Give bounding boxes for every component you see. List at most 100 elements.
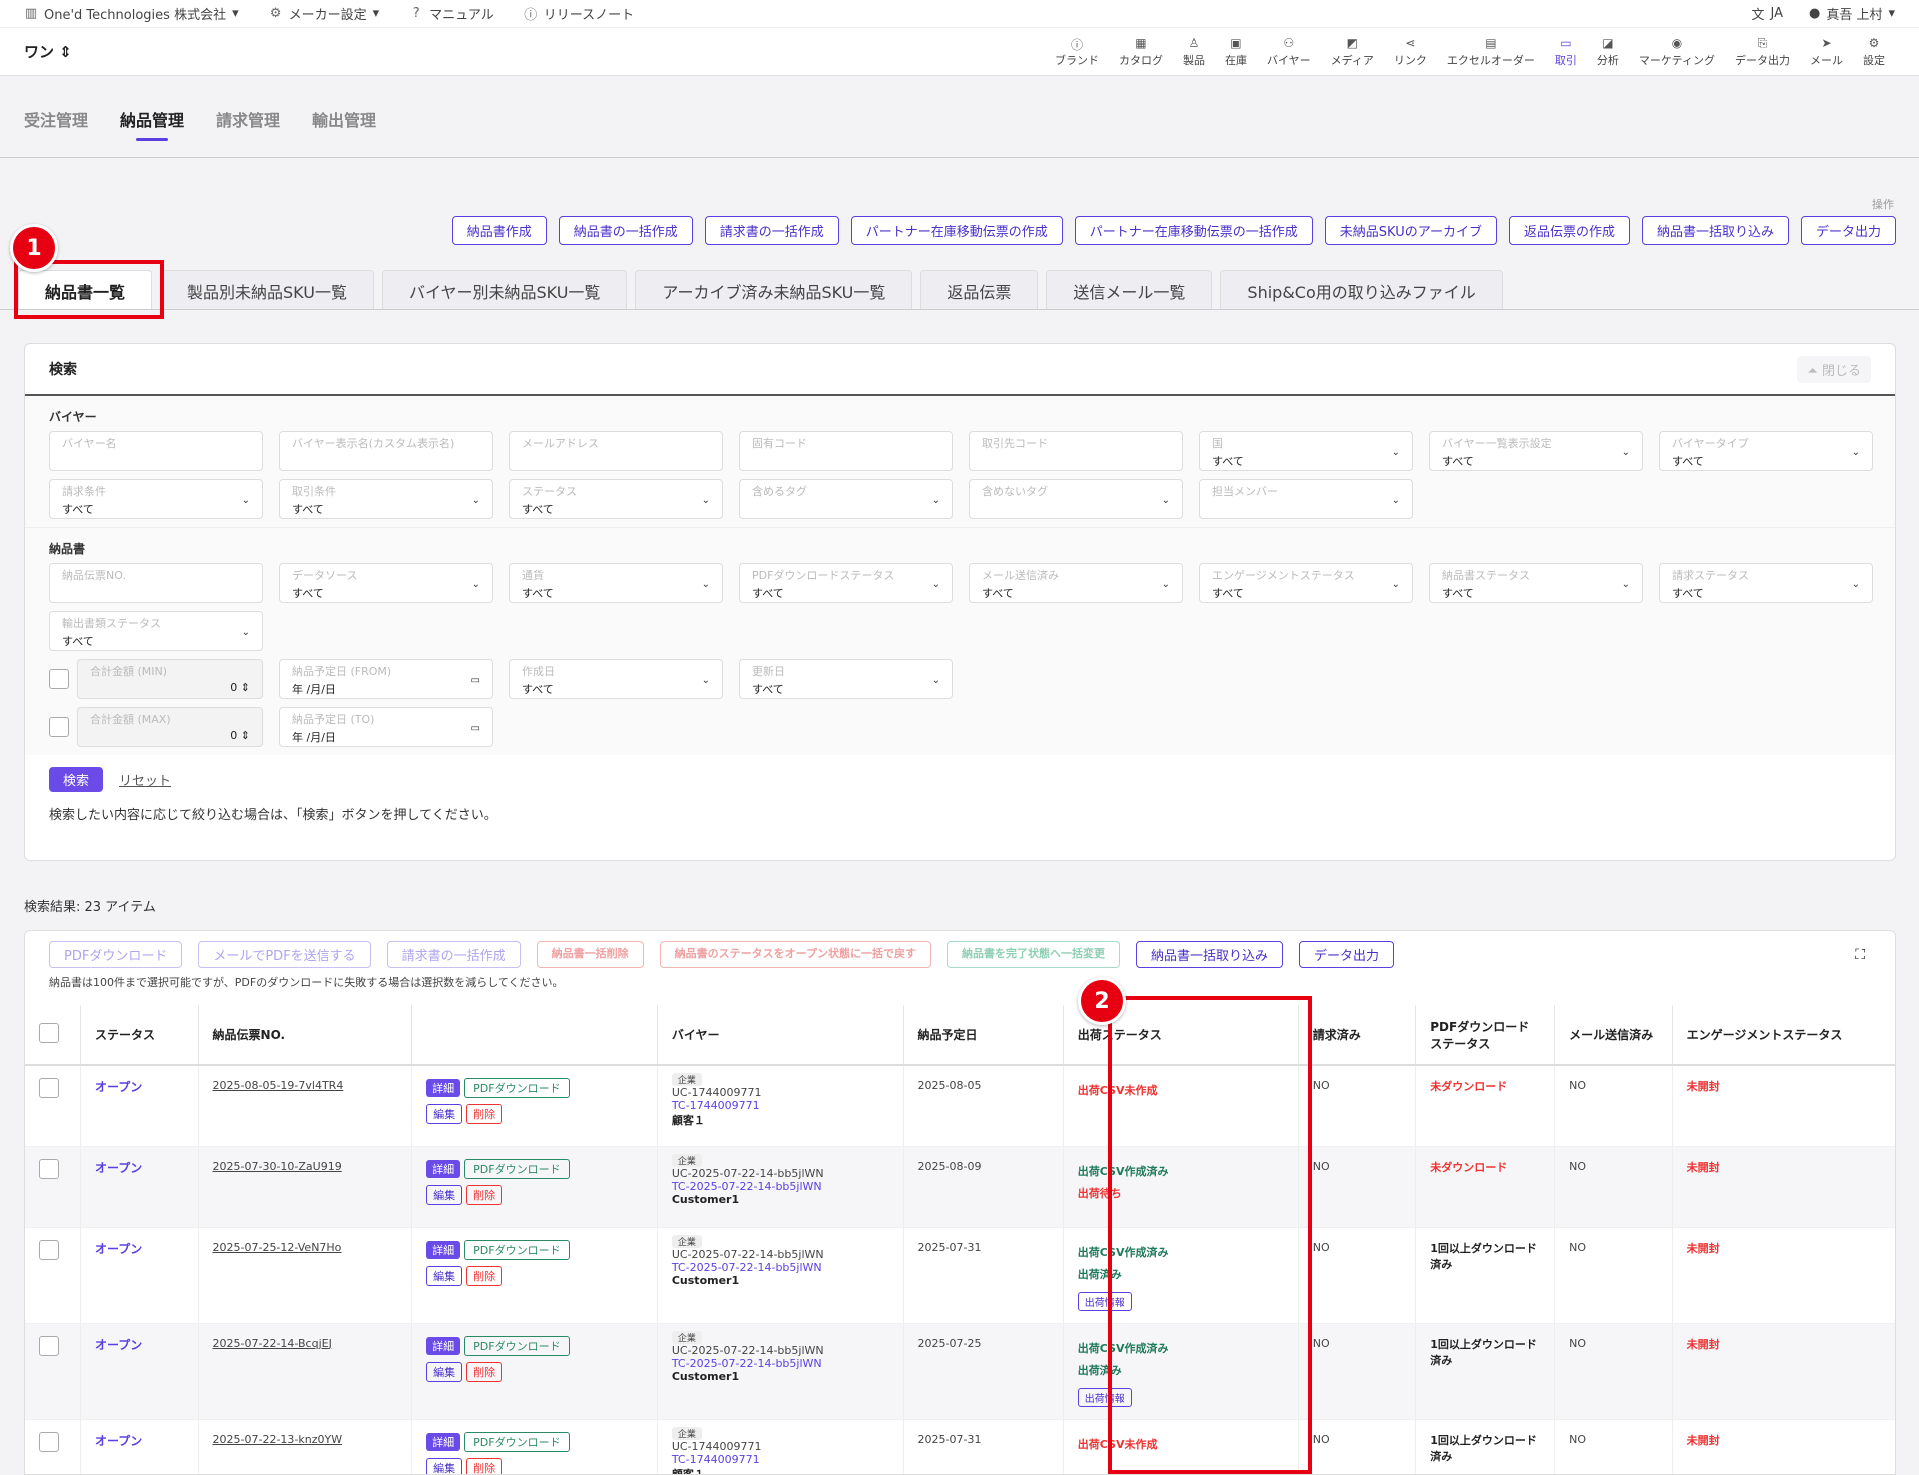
action-button[interactable]: 請求書の一括作成: [704, 216, 839, 245]
filter-field[interactable]: 固有コード: [739, 431, 953, 471]
edit-button[interactable]: 編集: [426, 1265, 463, 1286]
nav-item[interactable]: ⚇ バイヤー: [1257, 36, 1321, 68]
tab-item[interactable]: Ship&Co用の取り込みファイル: [1220, 270, 1503, 310]
filter-field[interactable]: 取引先コード: [969, 431, 1183, 471]
tab-item[interactable]: アーカイブ済み未納品SKU一覧: [635, 270, 913, 310]
delete-button[interactable]: 削除: [466, 1361, 503, 1382]
edit-button[interactable]: 編集: [426, 1361, 463, 1382]
buyer-tc[interactable]: TC-2025-07-22-14-bb5jlWN: [672, 1357, 889, 1370]
delivery-no-link[interactable]: 2025-07-30-10-ZaU919: [213, 1160, 342, 1173]
bulk-action-button[interactable]: 納品書を完了状態へ一括変更: [947, 941, 1121, 968]
select-all-checkbox[interactable]: [39, 1023, 59, 1043]
bulk-action-button[interactable]: 納品書のステータスをオープン状態に一括で戻す: [659, 941, 932, 968]
row-checkbox[interactable]: [39, 1431, 59, 1452]
nav-item[interactable]: ⚙ 設定: [1853, 36, 1895, 68]
nav-item[interactable]: ▭ 取引: [1545, 36, 1587, 68]
expand-icon[interactable]: ⛶: [1855, 947, 1865, 963]
maker-settings-menu[interactable]: ⚙ メーカー設定 ▾: [269, 4, 379, 23]
buyer-tc[interactable]: TC-2025-07-22-14-bb5jlWN: [672, 1180, 889, 1193]
action-button[interactable]: 納品書作成: [451, 216, 547, 245]
edit-button[interactable]: 編集: [426, 1104, 463, 1124]
delete-button[interactable]: 削除: [466, 1184, 503, 1205]
delivery-no-link[interactable]: 2025-08-05-19-7vl4TR4: [213, 1079, 344, 1092]
delete-button[interactable]: 削除: [466, 1265, 503, 1286]
nav-item[interactable]: ▦ カタログ: [1109, 36, 1173, 68]
status-link[interactable]: オープン: [95, 1080, 142, 1094]
filter-field[interactable]: 国すべて ⌄: [1199, 431, 1413, 471]
min-amount-checkbox[interactable]: [49, 669, 69, 689]
nav-item[interactable]: ⎘ データ出力: [1725, 36, 1800, 68]
filter-field[interactable]: メール送信済み すべて ⌄: [969, 563, 1183, 603]
filter-field[interactable]: エンゲージメントステータス すべて ⌄: [1199, 563, 1413, 603]
filter-field[interactable]: データソース すべて ⌄: [279, 563, 493, 603]
tab-item[interactable]: 送信メール一覧: [1046, 270, 1213, 310]
row-checkbox[interactable]: [39, 1239, 59, 1260]
filter-field[interactable]: 担当メンバー ⌄: [1199, 479, 1413, 519]
action-button[interactable]: パートナー在庫移動伝票の作成: [850, 216, 1063, 245]
brand-switcher[interactable]: ワン ⇕: [24, 41, 72, 62]
buyer-tc[interactable]: TC-1744009771: [672, 1453, 889, 1466]
filter-field[interactable]: バイヤー一覧表示設定 すべて ⌄: [1429, 431, 1643, 471]
filter-field[interactable]: 請求ステータス すべて ⌄: [1659, 563, 1873, 603]
max-amount-checkbox[interactable]: [49, 717, 69, 737]
delivery-no-link[interactable]: 2025-07-25-12-VeN7Ho: [213, 1241, 342, 1254]
action-button[interactable]: 未納品SKUのアーカイブ: [1324, 216, 1497, 245]
buyer-tc[interactable]: TC-1744009771: [672, 1099, 889, 1112]
filter-field[interactable]: 含めるタグ ⌄: [739, 479, 953, 519]
nav-item[interactable]: ⋖ リンク: [1384, 36, 1437, 68]
filter-field[interactable]: ステータス すべて ⌄: [509, 479, 723, 519]
nav-item[interactable]: ⓘ ブランド: [1045, 36, 1109, 68]
filter-field[interactable]: 輸出書類ステータス すべて ⌄: [49, 611, 263, 651]
action-button[interactable]: 納品書の一括作成: [558, 216, 693, 245]
pdf-download-button[interactable]: PDFダウンロード: [464, 1239, 570, 1260]
detail-button[interactable]: 詳細: [426, 1159, 461, 1178]
bulk-action-button[interactable]: メールでPDFを送信する: [198, 941, 371, 968]
detail-button[interactable]: 詳細: [426, 1079, 461, 1097]
nav-item[interactable]: ♙ 製品: [1173, 36, 1215, 68]
nav-item[interactable]: ◩ メディア: [1321, 36, 1384, 68]
manual-link[interactable]: ? マニュアル: [409, 4, 494, 23]
updated-date-select[interactable]: 更新日 すべて ⌄: [739, 659, 953, 699]
min-amount-field[interactable]: 合計金額 (MIN) 0 ⇕: [77, 659, 263, 699]
detail-button[interactable]: 詳細: [426, 1432, 461, 1451]
language-selector[interactable]: 文 JA: [1751, 4, 1783, 23]
filter-field[interactable]: 納品伝票NO.: [49, 563, 263, 603]
nav-item[interactable]: ▣ 在庫: [1215, 36, 1257, 68]
subnav-billing[interactable]: 請求管理: [216, 107, 280, 141]
date-from-field[interactable]: 納品予定日 (FROM) 年 /月/日 ▭: [279, 659, 493, 699]
subnav-export[interactable]: 輸出管理: [312, 107, 376, 141]
filter-field[interactable]: バイヤータイプ すべて ⌄: [1659, 431, 1873, 471]
pdf-download-button[interactable]: PDFダウンロード: [464, 1078, 570, 1098]
release-notes-link[interactable]: ⓘ リリースノート: [524, 4, 634, 23]
nav-item[interactable]: ◪ 分析: [1587, 36, 1629, 68]
nav-item[interactable]: ▤ エクセルオーダー: [1437, 36, 1545, 68]
nav-item[interactable]: ◉ マーケティング: [1629, 36, 1725, 68]
company-selector[interactable]: ▥ One'd Technologies 株式会社 ▾: [24, 4, 239, 23]
action-button[interactable]: パートナー在庫移動伝票の一括作成: [1074, 216, 1313, 245]
nav-item[interactable]: ➤ メール: [1800, 36, 1853, 68]
max-amount-field[interactable]: 合計金額 (MAX) 0 ⇕: [77, 707, 263, 747]
tab-item[interactable]: 返品伝票: [920, 270, 1039, 310]
filter-field[interactable]: 含めないタグ ⌄: [969, 479, 1183, 519]
delivery-no-link[interactable]: 2025-07-22-13-knz0YW: [213, 1433, 343, 1446]
tab-item[interactable]: 製品別未納品SKU一覧: [160, 270, 374, 310]
status-link[interactable]: オープン: [95, 1161, 142, 1175]
delete-button[interactable]: 削除: [466, 1457, 503, 1474]
filter-field[interactable]: 通貨 すべて ⌄: [509, 563, 723, 603]
pdf-download-button[interactable]: PDFダウンロード: [464, 1158, 570, 1179]
bulk-action-button[interactable]: 納品書一括削除: [536, 941, 644, 968]
subnav-order[interactable]: 受注管理: [24, 107, 88, 141]
bulk-action-button[interactable]: 請求書の一括作成: [386, 941, 521, 968]
detail-button[interactable]: 詳細: [426, 1336, 461, 1355]
filter-field[interactable]: PDFダウンロードステータス すべて ⌄: [739, 563, 953, 603]
filter-field[interactable]: バイヤー表示名(カスタム表示名): [279, 431, 493, 471]
filter-field[interactable]: メールアドレス: [509, 431, 723, 471]
pdf-download-button[interactable]: PDFダウンロード: [464, 1431, 570, 1452]
action-button[interactable]: 納品書一括取り込み: [1641, 216, 1789, 245]
bulk-action-button[interactable]: 納品書一括取り込み: [1136, 941, 1284, 968]
edit-button[interactable]: 編集: [426, 1184, 463, 1205]
date-to-field[interactable]: 納品予定日 (TO) 年 /月/日 ▭: [279, 707, 493, 747]
bulk-action-button[interactable]: データ出力: [1299, 941, 1395, 968]
created-date-select[interactable]: 作成日 すべて ⌄: [509, 659, 723, 699]
collapse-button[interactable]: ⏶ 閉じる: [1797, 355, 1871, 383]
